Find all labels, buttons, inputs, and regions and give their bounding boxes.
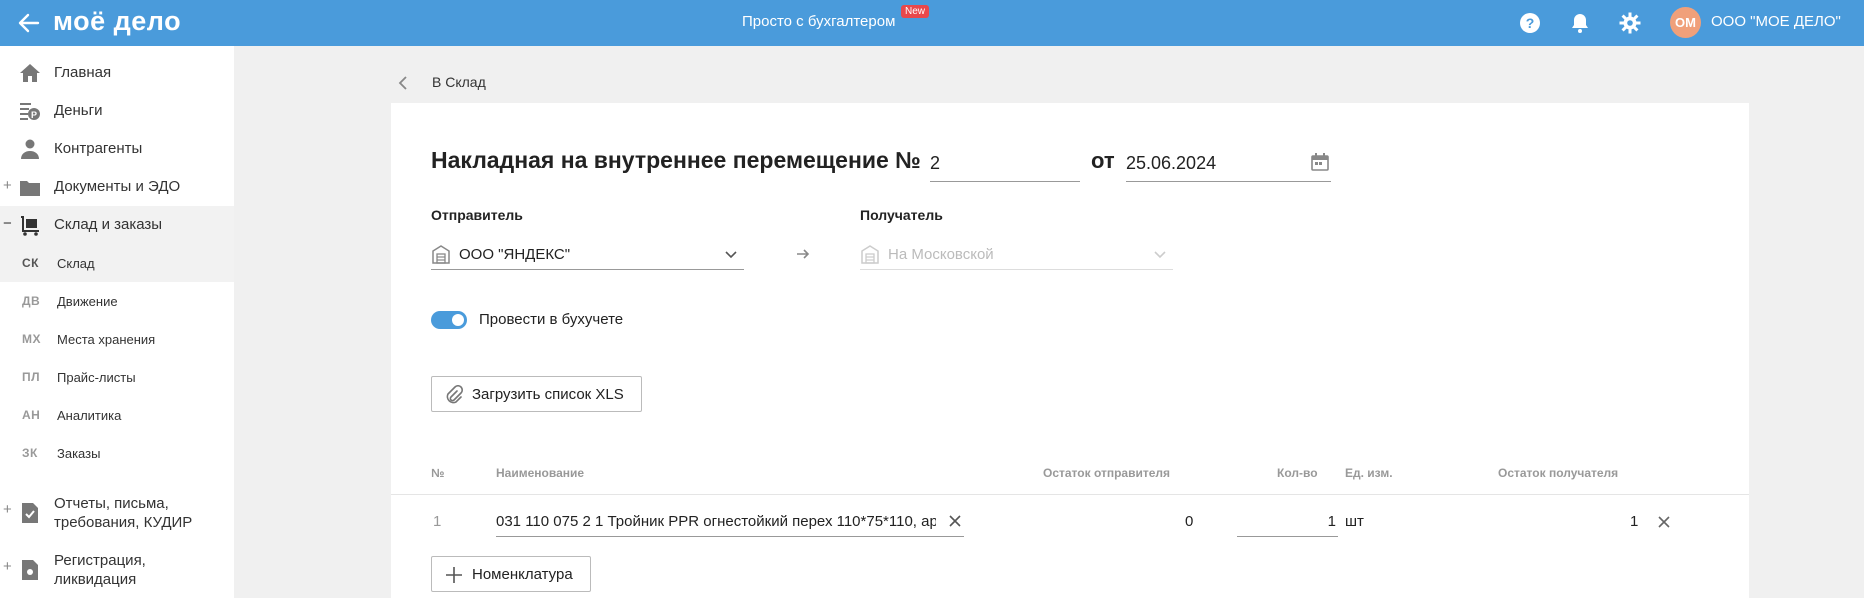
calendar-icon[interactable] [1310,152,1330,172]
receiver-label: Получатель [860,207,943,223]
expand-toggle[interactable]: + [3,558,12,575]
subitem-label: Склад [57,256,95,271]
header-divider [391,494,1749,495]
folder-icon [20,181,40,196]
subitem-abbr: ДВ [22,294,41,308]
svg-text:?: ? [1526,15,1535,31]
sidebar-item-label: Деньги [54,102,103,119]
subitem-abbr: ПЛ [22,370,41,384]
sidebar-item-label: Контрагенты [54,140,143,157]
quantity-input[interactable]: 1 [1237,506,1338,537]
expand-toggle[interactable]: + [3,177,12,194]
col-header-sender-rest: Остаток отправителя [1043,466,1171,480]
gear-icon[interactable] [1618,11,1642,35]
col-header-num: № [431,466,445,480]
money-icon: Р [20,103,40,120]
subitem-abbr: СК [22,256,39,270]
accounting-toggle-label: Провести в бухучете [479,311,624,328]
sidebar-item-label: Регистрация, ликвидация [54,552,146,588]
sidebar-item-contractors[interactable]: Контрагенты [0,130,234,168]
sidebar-item-warehouse[interactable]: − Склад и заказы [0,206,234,244]
svg-text:Р: Р [31,110,37,120]
sidebar-item-money[interactable]: Р Деньги [0,92,234,130]
subitem-label: Места хранения [57,332,156,347]
row-number: 1 [433,513,442,530]
plus-icon [446,567,462,583]
registration-icon [22,560,38,580]
subitem-abbr: ЗК [22,446,38,460]
breadcrumb-label: В Склад [432,74,486,90]
sidebar-item-label: Отчеты, письма, требования, КУДИР [54,495,193,531]
home-icon [20,64,40,82]
sidebar: Главная Р Деньги Контрагенты + Документы… [0,46,234,598]
sidebar-subitem-storage[interactable]: МХ Места хранения [0,320,234,358]
upload-xls-label: Загрузить список XLS [472,386,624,403]
warehouse-icon [432,245,450,264]
sidebar-item-reports[interactable]: + Отчеты, письма, требования, КУДИР [0,492,234,536]
item-name-input[interactable]: 031 110 075 2 1 Тройник PPR огнестойкий … [496,506,964,537]
warehouse-icon [861,245,879,264]
sidebar-item-label: Главная [54,64,112,81]
arrow-right-icon [797,249,810,259]
sidebar-subitem-sklad[interactable]: СК Склад [0,244,234,282]
sidebar-subitem-movement[interactable]: ДВ Движение [0,282,234,320]
new-badge: New [901,5,930,18]
sender-value: ООО "ЯНДЕКС" [459,246,571,263]
add-nomenclature-button[interactable]: Номенклатура [431,556,591,592]
report-icon [22,503,38,523]
help-icon[interactable]: ? [1518,11,1542,35]
add-nomenclature-label: Номенклатура [472,566,573,583]
collapse-toggle[interactable]: − [3,215,12,232]
expand-toggle[interactable]: + [3,501,12,518]
chevron-down-icon [1154,251,1166,259]
subitem-label: Движение [57,294,118,309]
top-bar: моё дело Просто с бухгалтером New ? ОМ О… [0,0,1864,46]
col-header-qty: Кол-во [1277,466,1318,480]
paperclip-icon [446,385,464,404]
bell-icon[interactable] [1568,11,1592,35]
sidebar-item-label: Документы и ЭДО [54,178,181,195]
date-input[interactable]: 25.06.2024 [1126,150,1331,182]
subitem-label: Заказы [57,446,101,461]
receiver-placeholder: На Московской [888,246,994,263]
subitem-abbr: АН [22,408,41,422]
sidebar-subitem-orders[interactable]: ЗК Заказы [0,434,234,472]
sidebar-subitem-analytics[interactable]: АН Аналитика [0,396,234,434]
sidebar-item-home[interactable]: Главная [0,54,234,92]
contractor-icon [21,139,39,159]
upload-xls-button[interactable]: Загрузить список XLS [431,376,642,412]
avatar[interactable]: ОМ [1670,7,1701,38]
page-title: Накладная на внутреннее перемещение № [431,147,921,173]
accounting-toggle[interactable] [431,311,467,329]
receiver-select[interactable]: На Московской [860,240,1173,270]
chevron-left-icon [398,76,407,90]
sidebar-item-label: Склад и заказы [54,216,163,233]
sidebar-subitem-pricelists[interactable]: ПЛ Прайс-листы [0,358,234,396]
chevron-down-icon [725,251,737,259]
receiver-rest-value: 1 [1630,513,1639,530]
delete-row-icon[interactable] [1657,515,1671,529]
sender-rest-value: 0 [1185,513,1194,530]
sidebar-item-registration[interactable]: + Регистрация, ликвидация [0,549,234,593]
subitem-abbr: МХ [22,332,41,346]
subitem-label: Прайс-листы [57,370,136,385]
col-header-name: Наименование [496,466,585,480]
sender-label: Отправитель [431,207,523,223]
subitem-label: Аналитика [57,408,122,423]
sender-select[interactable]: ООО "ЯНДЕКС" [431,240,744,270]
clear-icon[interactable] [948,514,962,528]
document-number-input[interactable]: 2 [930,150,1080,182]
back-arrow-icon[interactable] [16,10,42,36]
org-name[interactable]: ООО "МОЕ ДЕЛО" [1711,13,1841,30]
item-name-value: 031 110 075 2 1 Тройник PPR огнестойкий … [496,513,936,530]
col-header-unit: Ед. изм. [1345,466,1393,480]
warehouse-cart-icon [21,216,39,236]
sidebar-item-documents[interactable]: + Документы и ЭДО [0,168,234,206]
logo[interactable]: моё дело [53,6,181,37]
date-prefix: от [1091,148,1115,173]
accountant-link[interactable]: Просто с бухгалтером [742,13,895,30]
col-header-receiver-rest: Остаток получателя [1498,466,1619,480]
unit-value: шт [1345,513,1364,530]
